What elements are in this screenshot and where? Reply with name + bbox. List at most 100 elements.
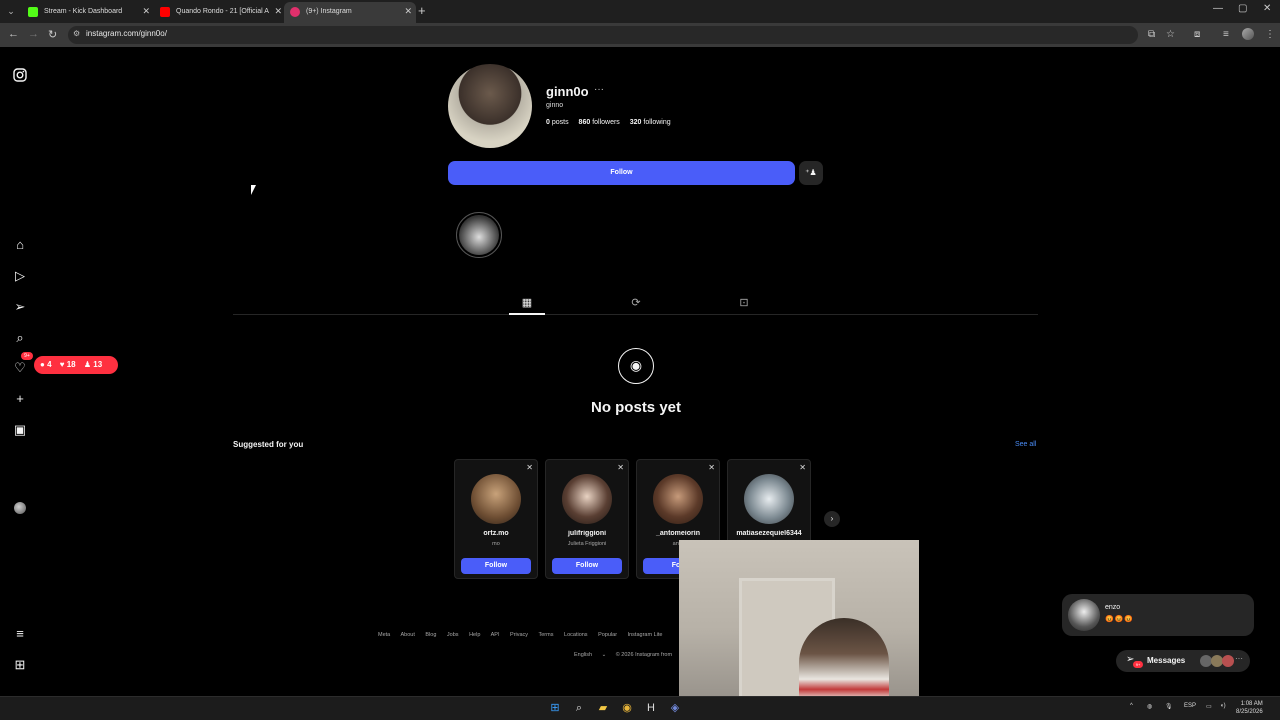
suggestion-card: ✕ julifriggioni Julieta Friggioni Follow	[545, 459, 629, 579]
site-info-icon[interactable]: ⚙	[73, 29, 80, 38]
messages-icon[interactable]: ➢	[12, 299, 28, 315]
chat-preview-card[interactable]: enzo 😡😡😡	[1062, 594, 1254, 636]
home-icon[interactable]: ⌂	[12, 237, 28, 253]
volume-icon[interactable]: ◖)	[1220, 703, 1226, 709]
maximize-icon[interactable]: ▢	[1238, 3, 1247, 14]
close-icon[interactable]: ✕	[404, 2, 412, 21]
extensions-icon[interactable]: ⧈	[1194, 29, 1200, 40]
footer-link[interactable]: About	[400, 632, 414, 638]
dismiss-close-icon[interactable]: ✕	[708, 463, 715, 472]
footer-link[interactable]: Locations	[564, 632, 588, 638]
suggestion-username[interactable]: ortz.mo	[455, 530, 537, 537]
footer-link[interactable]: Popular	[598, 632, 617, 638]
chevron-right-icon[interactable]: ›	[824, 511, 840, 527]
suggestion-avatar[interactable]	[653, 474, 703, 524]
suggestion-avatar[interactable]	[744, 474, 794, 524]
dismiss-close-icon[interactable]: ✕	[526, 463, 533, 472]
discord-icon[interactable]: ◈	[668, 701, 682, 715]
suggestion-avatar[interactable]	[562, 474, 612, 524]
network-icon[interactable]: ◍	[1147, 703, 1152, 710]
profile-picture[interactable]	[448, 64, 532, 148]
chevron-up-icon[interactable]: ^	[1130, 703, 1133, 709]
camera-icon: ◉	[618, 348, 654, 384]
language-select[interactable]: English ⌄	[574, 652, 606, 658]
posts-stat: 0 posts	[546, 119, 569, 126]
follow-button[interactable]: Follow	[448, 161, 795, 185]
reels-icon[interactable]: ▷	[12, 268, 28, 284]
system-clock[interactable]: 1:08 AM 8/25/2026	[1236, 700, 1263, 716]
mouse-cursor	[251, 185, 256, 195]
app-h-icon[interactable]: H	[644, 701, 658, 715]
close-icon[interactable]: ✕	[142, 2, 150, 21]
search-icon[interactable]: ⌕	[12, 330, 28, 346]
suggestion-follow-button[interactable]: Follow	[552, 558, 622, 574]
minimize-icon[interactable]: —	[1213, 3, 1223, 14]
dismiss-close-icon[interactable]: ✕	[799, 463, 806, 472]
close-icon[interactable]: ✕	[274, 2, 282, 21]
browser-tab-kick[interactable]: Stream - Kick Dashboard ✕	[22, 2, 154, 23]
notifications-popup[interactable]: ● 4 ♥ 18 ♟ 13	[34, 356, 118, 374]
notifications-heart-icon[interactable]: ♡	[12, 360, 28, 376]
suggestion-username[interactable]: _antomeiorin	[637, 530, 719, 537]
footer-link[interactable]: Meta	[378, 632, 390, 638]
browser-menu-icon[interactable]: ⋮	[1265, 29, 1275, 40]
footer-link[interactable]: Blog	[425, 632, 436, 638]
tab-title: Stream - Kick Dashboard	[44, 8, 123, 15]
address-bar[interactable]: ⚙ instagram.com/ginn0o/	[68, 26, 1138, 44]
comment-count: ● 4	[40, 360, 52, 369]
messages-button[interactable]: ➢ 9+ Messages ···	[1116, 650, 1250, 672]
dashboard-icon[interactable]: ▣	[12, 422, 28, 438]
display-icon[interactable]: ▭	[1206, 703, 1212, 710]
search-icon[interactable]: ⌕	[572, 701, 586, 715]
create-plus-icon[interactable]: +	[12, 391, 28, 407]
followers-stat[interactable]: 860 followers	[579, 119, 620, 126]
window-close-icon[interactable]: ✕	[1263, 3, 1271, 14]
profile-avatar[interactable]	[14, 502, 26, 514]
profile-avatar-icon[interactable]	[1242, 28, 1254, 40]
reload-icon[interactable]: ↻	[48, 28, 57, 41]
new-tab-plus-icon[interactable]: +	[418, 3, 426, 18]
also-from-meta-icon[interactable]: ⊞	[12, 657, 28, 673]
similar-accounts-icon[interactable]: ⁺♟	[799, 161, 823, 185]
story-highlight[interactable]	[456, 212, 502, 258]
back-arrow-icon[interactable]: ←	[8, 28, 19, 40]
footer-link[interactable]: Jobs	[447, 632, 459, 638]
browser-tab-instagram[interactable]: (9+) Instagram ✕	[284, 2, 416, 23]
following-stat[interactable]: 320 following	[630, 119, 671, 126]
bookmark-star-icon[interactable]: ☆	[1166, 29, 1175, 40]
chrome-icon[interactable]: ◉	[620, 701, 634, 715]
tagged-icon[interactable]: ⊡	[726, 295, 762, 311]
suggestion-username[interactable]: julifriggioni	[546, 530, 628, 537]
like-count: ♥ 18	[59, 360, 76, 369]
suggestion-follow-button[interactable]: Follow	[461, 558, 531, 574]
forward-arrow-icon[interactable]: →	[28, 28, 39, 40]
chat-reactions: 😡😡😡	[1105, 616, 1135, 623]
language-indicator[interactable]: ESP	[1184, 703, 1196, 709]
browser-tab-bar: ⌄ Stream - Kick Dashboard ✕ Quando Rondo…	[0, 0, 1280, 23]
suggestion-avatar[interactable]	[471, 474, 521, 524]
instagram-logo-icon[interactable]	[12, 68, 28, 84]
footer-link[interactable]: API	[491, 632, 500, 638]
suggestion-subtitle: mo	[492, 541, 500, 547]
microphone-icon[interactable]: 🎙	[1165, 703, 1173, 710]
install-app-icon[interactable]: ⧉	[1148, 29, 1155, 40]
dismiss-close-icon[interactable]: ✕	[617, 463, 624, 472]
more-icon[interactable]: ···	[1235, 654, 1243, 663]
footer-link[interactable]: Privacy	[510, 632, 528, 638]
suggestion-username[interactable]: matiasezequiel6344	[728, 530, 810, 537]
reposts-icon[interactable]: ⟳	[618, 295, 654, 311]
see-all-link[interactable]: See all	[1015, 441, 1036, 448]
more-menu-icon[interactable]: ≡	[12, 626, 28, 642]
browser-tab-youtube[interactable]: Quando Rondo - 21 [Official A ✕	[154, 2, 286, 23]
footer-link[interactable]: Instagram Lite	[628, 632, 663, 638]
instagram-icon	[290, 7, 300, 17]
url-text[interactable]: instagram.com/ginn0o/	[86, 29, 167, 38]
tab-search-icon[interactable]: ⌄	[4, 4, 18, 18]
options-icon[interactable]: ···	[594, 84, 604, 95]
posts-grid-icon[interactable]: ▦	[509, 295, 545, 311]
footer-link[interactable]: Help	[469, 632, 480, 638]
media-control-icon[interactable]: ≡	[1223, 29, 1229, 40]
footer-link[interactable]: Terms	[539, 632, 554, 638]
file-explorer-icon[interactable]: ▰	[596, 701, 610, 715]
windows-start-icon[interactable]: ⊞	[548, 701, 562, 715]
